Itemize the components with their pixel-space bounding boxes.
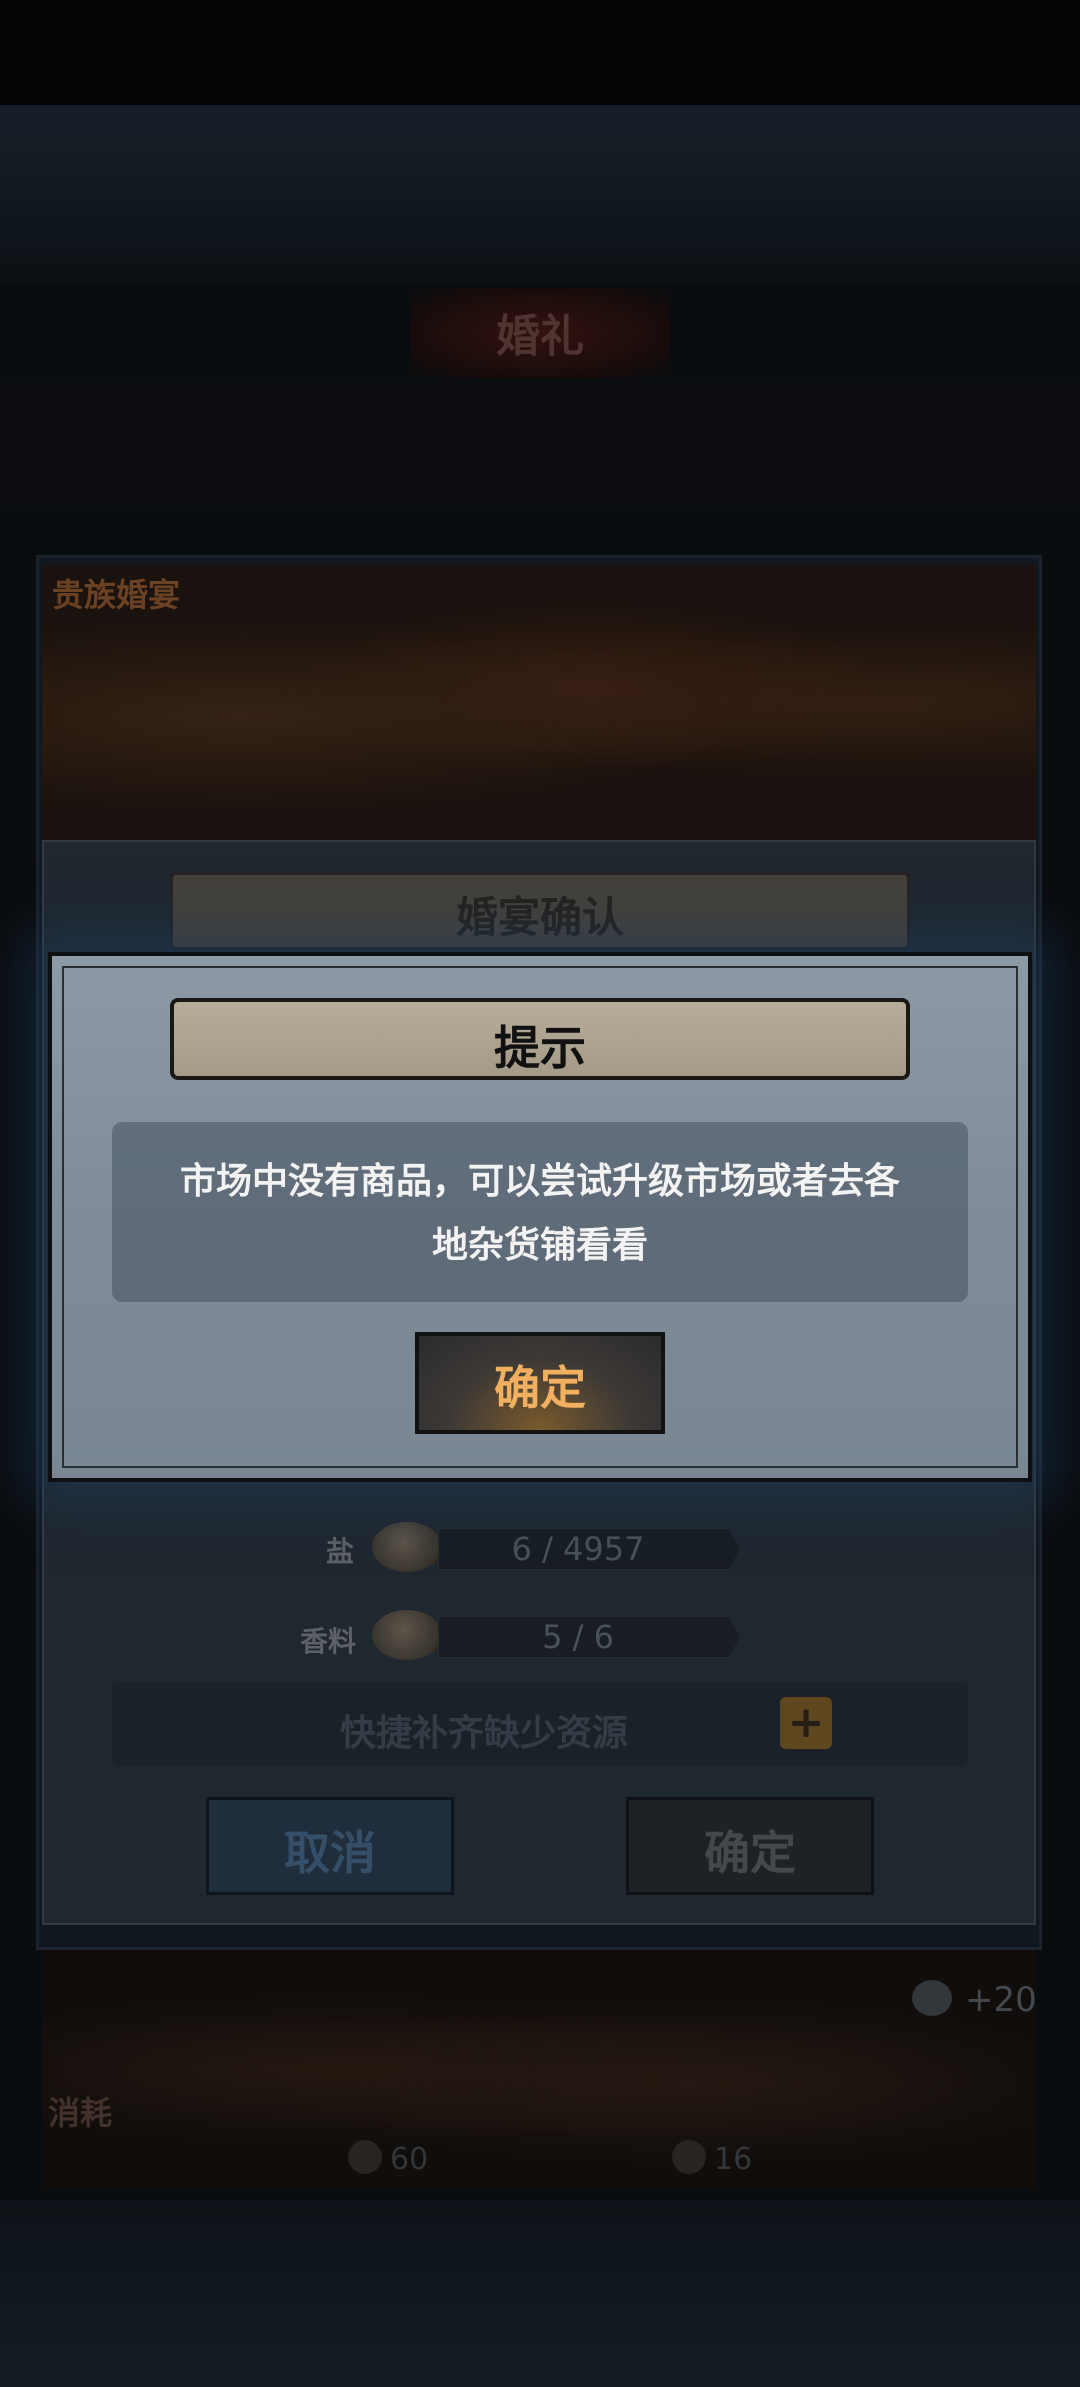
- dialog-title: 提示: [494, 1021, 586, 1075]
- dialog-message: 市场中没有商品，可以尝试升级市场或者去各 地杂货铺看看: [132, 1150, 948, 1278]
- dialog-message-line: 市场中没有商品，可以尝试升级市场或者去各: [179, 1161, 900, 1202]
- dialog-message-line: 地杂货铺看看: [431, 1225, 648, 1266]
- dialog-ok-label: 确定: [494, 1361, 586, 1415]
